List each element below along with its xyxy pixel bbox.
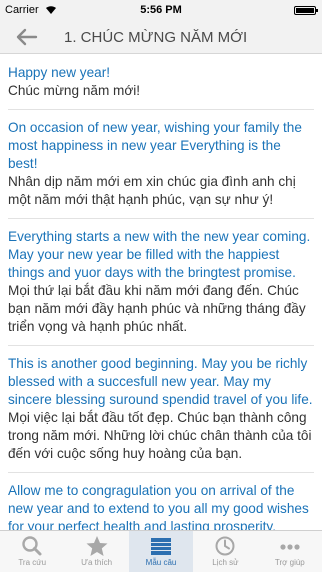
phrase-vietnamese: Chúc mừng năm mới! (8, 83, 141, 98)
back-arrow-icon[interactable] (16, 27, 38, 47)
tab-phrases[interactable]: Mẫu câu (128, 531, 194, 572)
phrase-vietnamese: Nhân dịp năm mới em xin chúc gia đình an… (8, 174, 296, 207)
phrase-vietnamese: Mọi việc lại bắt đầu tốt đẹp. Chúc bạn t… (8, 410, 312, 461)
phrase-english: Happy new year! (8, 65, 111, 80)
navigation-bar: 1. CHÚC MỪNG NĂM MỚI (0, 20, 322, 54)
tab-label: Lịch sử (212, 558, 239, 567)
battery-icon (294, 6, 318, 15)
star-icon (86, 536, 108, 556)
phrase-item[interactable]: Allow me to congragulation you on arriva… (8, 473, 314, 530)
phrase-item[interactable]: On occasion of new year, wishing your fa… (8, 110, 314, 219)
tab-label: Tra cứu (18, 558, 47, 567)
phrase-vietnamese: Mọi thứ lại bắt đầu khi năm mới đang đến… (8, 283, 306, 334)
tab-label: Mẫu câu (145, 558, 177, 567)
tab-bar: Tra cứu Ưa thích Mẫu câu Lịch sử Trợ giú… (0, 530, 322, 572)
tab-label: Trợ giúp (274, 558, 305, 567)
phrase-english: This is another good beginning. May you … (8, 356, 313, 407)
tab-search[interactable]: Tra cứu (0, 531, 64, 572)
book-icon (151, 538, 172, 555)
status-time: 5:56 PM (140, 4, 182, 16)
status-bar: Carrier 5:56 PM (0, 0, 322, 20)
tab-help[interactable]: Trợ giúp (258, 531, 322, 572)
phrase-list[interactable]: Happy new year! Chúc mừng năm mới! On oc… (0, 54, 322, 530)
phrase-item[interactable]: This is another good beginning. May you … (8, 346, 314, 473)
phrase-item[interactable]: Everything starts a new with the new yea… (8, 219, 314, 346)
tab-favorites[interactable]: Ưa thích (64, 531, 128, 572)
phrase-english: On occasion of new year, wishing your fa… (8, 120, 302, 171)
more-icon (280, 544, 300, 550)
tab-history[interactable]: Lịch sử (193, 531, 257, 572)
phrase-english: Everything starts a new with the new yea… (8, 229, 311, 280)
tab-label: Ưa thích (81, 558, 113, 567)
page-title: 1. CHÚC MỪNG NĂM MỚI (64, 29, 248, 46)
search-icon (22, 536, 42, 556)
phrase-item[interactable]: Happy new year! Chúc mừng năm mới! (8, 54, 314, 110)
clock-icon (215, 536, 235, 556)
phrase-english: Allow me to congragulation you on arriva… (8, 483, 309, 530)
